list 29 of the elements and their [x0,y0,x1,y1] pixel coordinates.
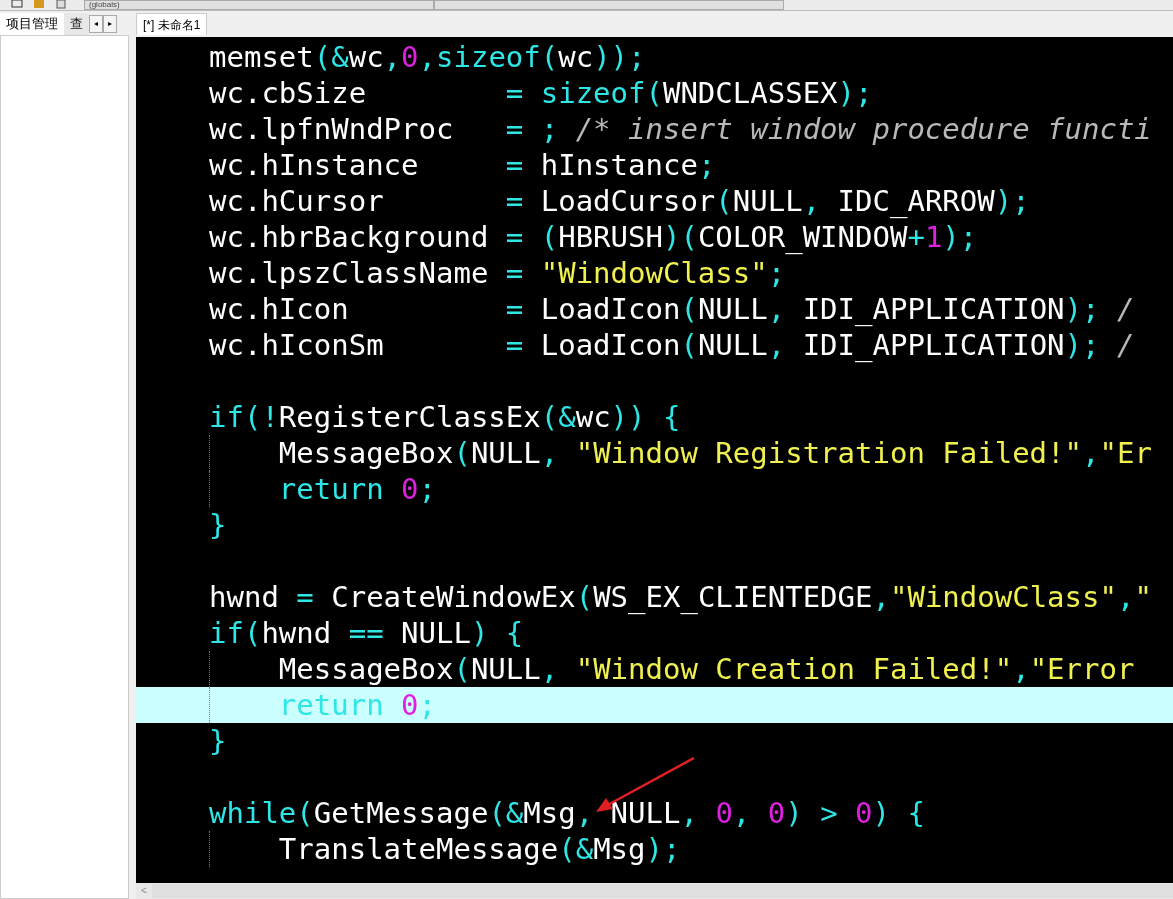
code-line: wc.hInstance = hInstance; [209,148,716,182]
code-line: MessageBox(NULL, "Window Registration Failed!","Er [277,436,1152,470]
code-line: wc.lpszClassName = "WindowClass"; [209,256,786,290]
code-line: TranslateMessage(&Msg); [277,832,681,866]
code-line: wc.hbrBackground = (HBRUSH)(COLOR_WINDOW+1); [209,220,978,254]
panel-tab[interactable]: 项目管理 [0,13,64,35]
code-line: } [209,724,227,758]
scroll-button[interactable]: ◂ [89,15,103,33]
document-icon[interactable] [54,0,68,9]
code-line: } [209,508,227,542]
code-line: if(!RegisterClassEx(&wc)) { [209,400,681,434]
code-line: wc.hCursor = LoadCursor(NULL, IDC_ARROW); [209,184,1030,218]
code-line: memset(&wc,0,sizeof(wc)); [209,40,646,74]
code-line: MessageBox(NULL, "Window Creation Failed!","Error [277,652,1135,686]
code-line: return 0; [277,472,436,506]
panel-tab[interactable]: 查 [64,13,89,35]
code-line: hwnd = CreateWindowEx(WS_EX_CLIENTEDGE,"WindowClass"," [209,580,1152,614]
code-line: wc.hIconSm = LoadIcon(NULL, IDI_APPLICATION); / [209,328,1135,362]
code-line: while(GetMessage(&Msg, NULL, 0, 0) > 0) { [209,796,925,830]
folder-icon[interactable] [32,0,46,9]
editor-tab[interactable]: [*] 未命名1 [136,13,208,35]
code-line: wc.cbSize = sizeof(WNDCLASSEX); [209,76,873,110]
code-line: wc.lpfnWndProc = ; /* insert window procedure functi [209,112,1152,146]
code-line: wc.hIcon = LoadIcon(NULL, IDI_APPLICATION); / [209,292,1135,326]
dropdown[interactable]: (globals) [84,0,434,10]
window-icon[interactable] [10,0,24,9]
scroll-button[interactable]: ▸ [103,15,117,33]
code-line: return 0; [277,688,436,722]
code-line: if(hwnd == NULL) { [209,616,524,650]
